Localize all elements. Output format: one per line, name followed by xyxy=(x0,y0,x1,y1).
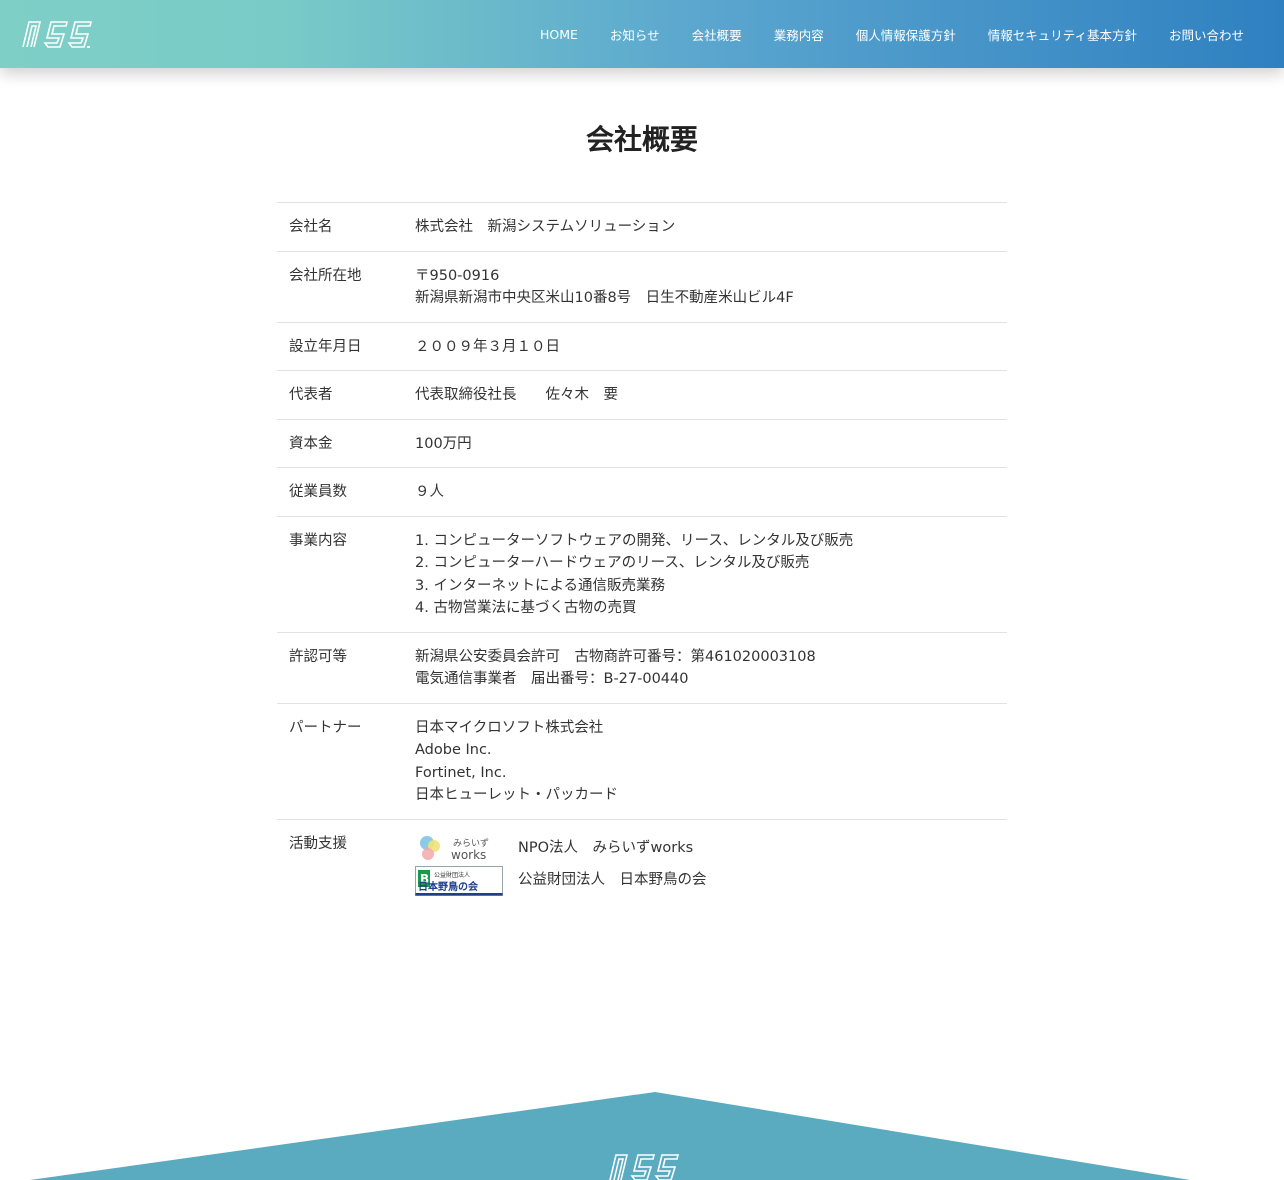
support-item: B 公益財団法人 日本野鳥の会 公益財団法人 日本野鳥の会 xyxy=(415,865,1007,897)
support-item: みらいず works NPO法人 みらいずworks xyxy=(415,833,1007,865)
value-line: 新潟県公安委員会許可 古物商許可番号：第461020003108 xyxy=(415,648,816,665)
nav-home[interactable]: HOME xyxy=(540,27,578,42)
row-label: パートナー xyxy=(289,719,362,736)
svg-text:公益財団法人: 公益財団法人 xyxy=(434,871,470,879)
value-line: 4. 古物営業法に基づく古物の売買 xyxy=(415,600,637,616)
site-logo[interactable] xyxy=(20,17,92,51)
table-row-support: 活動支援 みらいず works NPO法人 みらいずworks B 公益財団法人 xyxy=(277,820,1007,909)
support-text: 公益財団法人 日本野鳥の会 xyxy=(518,872,707,889)
nav-security-policy[interactable]: 情報セキュリティ基本方針 xyxy=(988,25,1137,44)
table-row-employees: 従業員数 ９人 xyxy=(277,468,1007,517)
nav-company[interactable]: 会社概要 xyxy=(692,25,742,44)
table-row-partners: パートナー 日本マイクロソフト株式会社 Adobe Inc. Fortinet,… xyxy=(277,704,1007,820)
row-value: 〒950-0916 新潟県新潟市中央区米山10番8号 日生不動産米山ビル4F xyxy=(415,265,1007,310)
row-label: 許認可等 xyxy=(289,648,347,665)
nav-privacy-policy[interactable]: 個人情報保護方針 xyxy=(856,25,956,44)
table-row-company-name: 会社名 株式会社 新潟システムソリューション xyxy=(277,203,1007,252)
nav-contact[interactable]: お問い合わせ xyxy=(1169,25,1244,44)
value-line: 100万円 xyxy=(415,435,472,452)
company-info-table: 会社名 株式会社 新潟システムソリューション 会社所在地 〒950-0916 新… xyxy=(277,202,1007,909)
value-line: 2. コンピューターハードウェアのリース、レンタル及び販売 xyxy=(415,555,810,571)
row-value: 新潟県公安委員会許可 古物商許可番号：第461020003108 電気通信事業者… xyxy=(415,646,1007,691)
site-header: HOME お知らせ 会社概要 業務内容 個人情報保護方針 情報セキュリティ基本方… xyxy=(0,0,1284,68)
row-value: 1. コンピューターソフトウェアの開発、リース、レンタル及び販売 2. コンピュ… xyxy=(415,530,1007,620)
value-line: 日本ヒューレット・パッカード xyxy=(415,787,618,803)
table-row-capital: 資本金 100万円 xyxy=(277,420,1007,468)
value-line: 〒950-0916 xyxy=(415,267,500,284)
value-line: ９人 xyxy=(415,484,444,500)
miraizu-works-logo[interactable]: みらいず works xyxy=(415,834,503,864)
main-nav: HOME お知らせ 会社概要 業務内容 個人情報保護方針 情報セキュリティ基本方… xyxy=(508,0,1244,68)
row-label: 従業員数 xyxy=(289,484,347,500)
row-value: ９人 xyxy=(415,481,1007,504)
value-line: 1. コンピューターソフトウェアの開発、リース、レンタル及び販売 xyxy=(415,532,854,549)
row-label: 資本金 xyxy=(289,435,333,452)
row-value: 100万円 xyxy=(415,433,1007,456)
table-row-address: 会社所在地 〒950-0916 新潟県新潟市中央区米山10番8号 日生不動産米山… xyxy=(277,252,1007,323)
value-line: 3. インターネットによる通信販売業務 xyxy=(415,577,666,594)
value-line: 日本マイクロソフト株式会社 xyxy=(415,719,604,736)
value-line: ２００９年３月１０日 xyxy=(415,338,560,355)
row-label: 会社名 xyxy=(289,219,333,235)
value-line: 電気通信事業者 届出番号：B-27-00440 xyxy=(415,671,689,687)
row-label: 代表者 xyxy=(289,387,333,403)
value-line: 新潟県新潟市中央区米山10番8号 日生不動産米山ビル4F xyxy=(415,290,794,306)
value-line: 代表取締役社長 佐々木 要 xyxy=(415,387,618,403)
row-label: 活動支援 xyxy=(289,835,347,852)
row-label: 設立年月日 xyxy=(289,338,362,355)
value-line: 株式会社 新潟システムソリューション xyxy=(415,219,676,235)
row-label: 事業内容 xyxy=(289,532,347,549)
table-row-founded: 設立年月日 ２００９年３月１０日 xyxy=(277,323,1007,371)
row-value: 株式会社 新潟システムソリューション xyxy=(415,216,1007,239)
svg-text:works: works xyxy=(451,848,486,862)
table-row-business: 事業内容 1. コンピューターソフトウェアの開発、リース、レンタル及び販売 2.… xyxy=(277,517,1007,633)
row-value: 代表取締役社長 佐々木 要 xyxy=(415,384,1007,407)
value-line: Adobe Inc. xyxy=(415,742,492,758)
page-title: 会社概要 xyxy=(585,123,698,156)
nav-news[interactable]: お知らせ xyxy=(610,25,660,44)
svg-text:日本野鳥の会: 日本野鳥の会 xyxy=(418,880,478,893)
row-value: みらいず works NPO法人 みらいずworks B 公益財団法人 日本野鳥… xyxy=(415,833,1007,897)
wild-bird-society-logo[interactable]: B 公益財団法人 日本野鳥の会 xyxy=(415,865,503,896)
footer-logo[interactable] xyxy=(607,1150,679,1180)
table-row-representative: 代表者 代表取締役社長 佐々木 要 xyxy=(277,371,1007,420)
row-value: 日本マイクロソフト株式会社 Adobe Inc. Fortinet, Inc. … xyxy=(415,717,1007,807)
value-line: Fortinet, Inc. xyxy=(415,764,507,781)
row-label: 会社所在地 xyxy=(289,267,362,284)
nav-services[interactable]: 業務内容 xyxy=(774,25,824,44)
row-value: ２００９年３月１０日 xyxy=(415,336,1007,359)
table-row-licenses: 許認可等 新潟県公安委員会許可 古物商許可番号：第461020003108 電気… xyxy=(277,633,1007,704)
support-text: NPO法人 みらいずworks xyxy=(518,840,694,857)
